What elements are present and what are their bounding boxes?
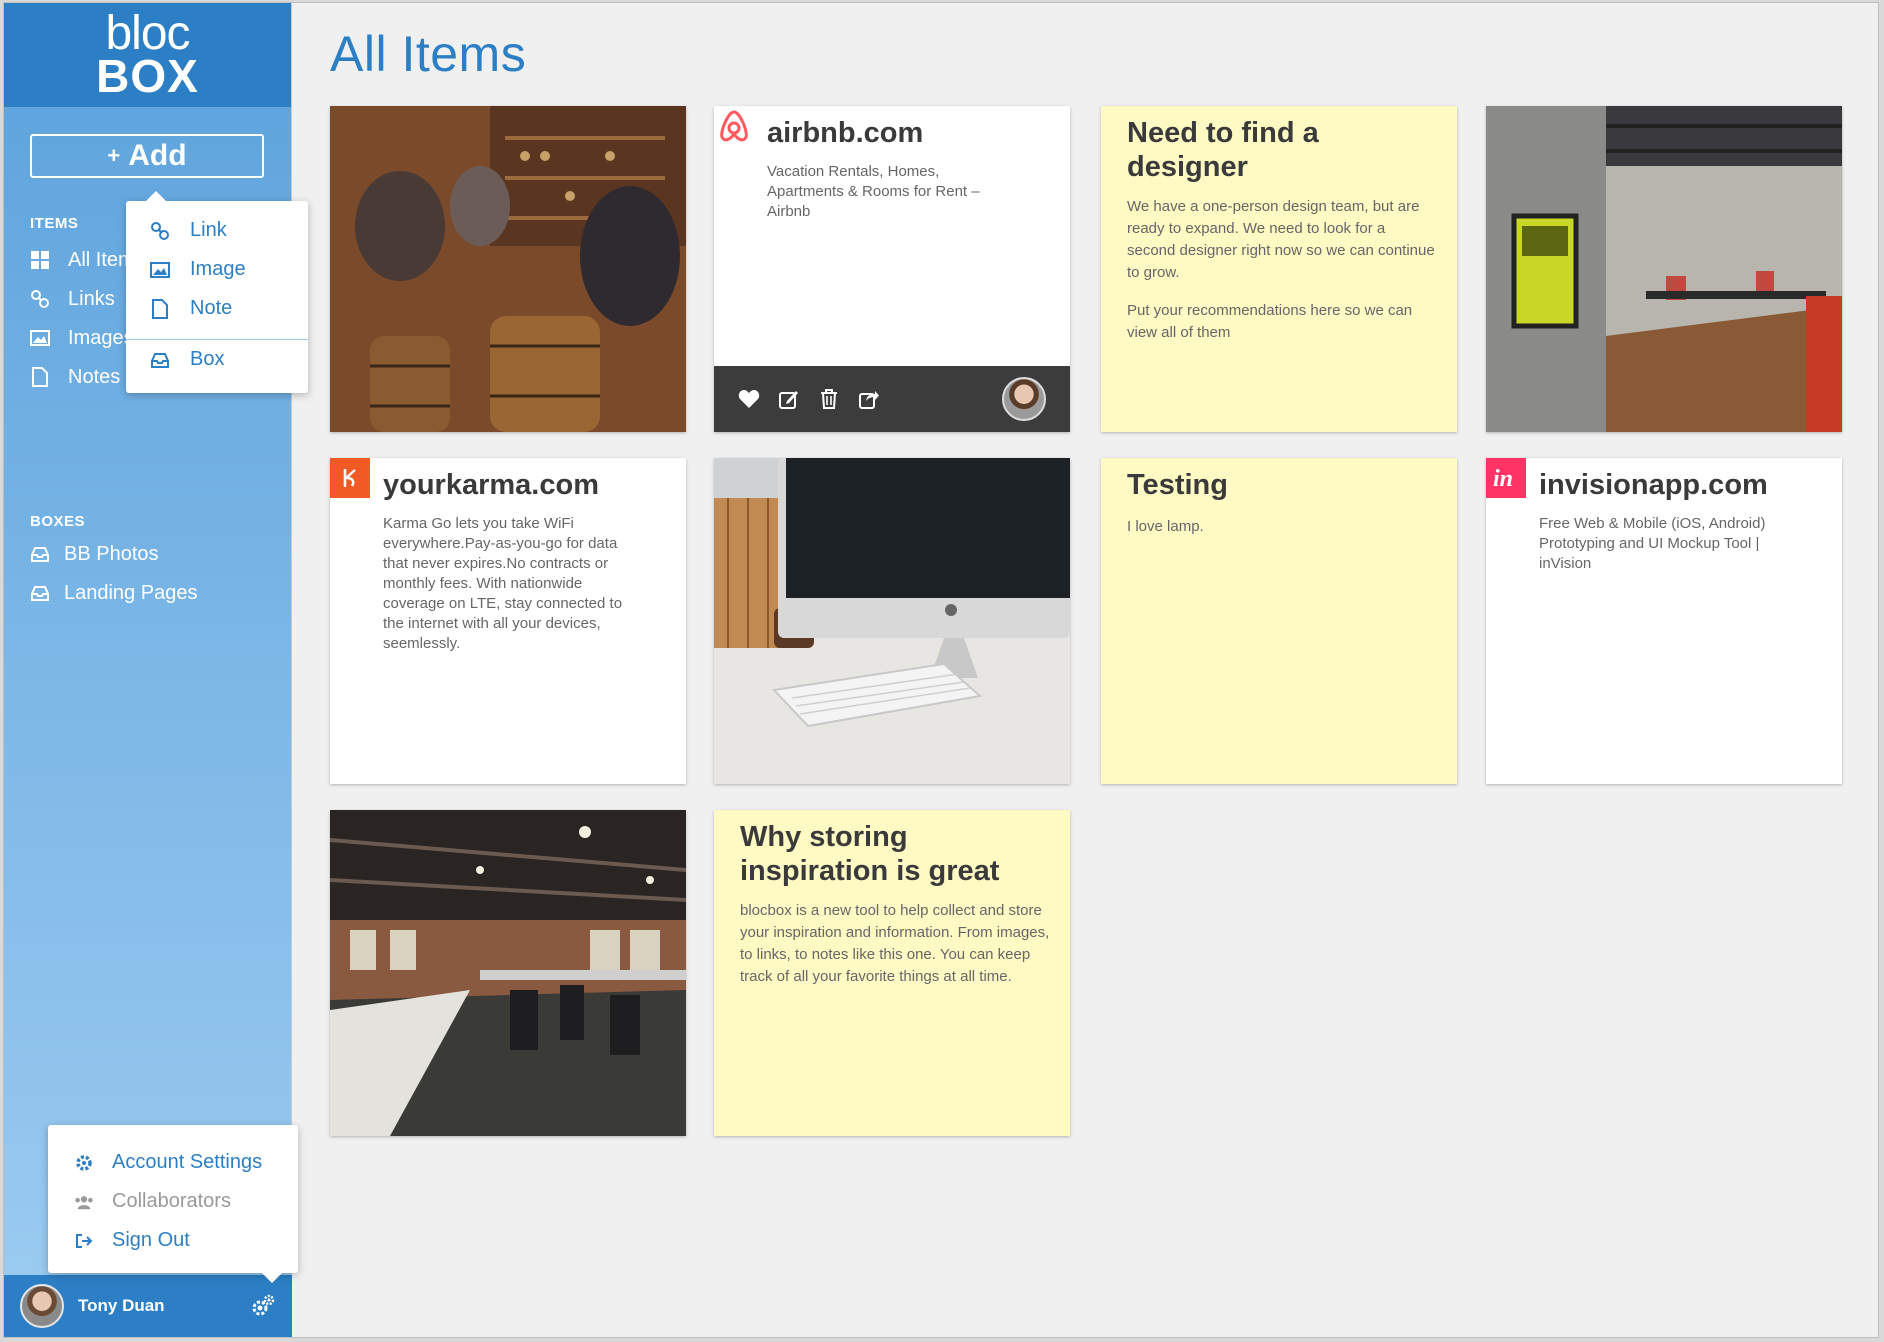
card-body: I love lamp. — [1127, 518, 1204, 535]
sidebar-item-notes[interactable]: Notes — [30, 362, 120, 392]
add-menu-box[interactable]: Box — [150, 348, 224, 371]
desk-photo — [714, 458, 1070, 784]
sidebar-box-bb-photos[interactable]: BB Photos — [30, 539, 159, 569]
card-title: Testing — [1127, 469, 1228, 501]
office-photo — [1486, 106, 1842, 432]
boxes-header: BOXES — [30, 513, 86, 530]
card-title: invisionapp.com — [1539, 469, 1768, 501]
items-header: ITEMS — [30, 215, 79, 232]
add-menu-link[interactable]: Link — [150, 219, 227, 242]
sidebar-box-label: Landing Pages — [64, 581, 198, 604]
app-window: bloc BOX + Add ITEMS All Items Links Ima… — [3, 2, 1879, 1338]
card-action-bar — [714, 366, 1070, 432]
inbox-icon — [150, 350, 170, 370]
sign-out-icon — [74, 1231, 94, 1251]
user-bar: Tony Duan — [4, 1275, 292, 1337]
image-icon — [30, 328, 50, 348]
card-paragraph: We have a one-person design team, but ar… — [1127, 198, 1435, 281]
settings-gears-icon[interactable] — [250, 1293, 276, 1319]
edit-icon[interactable] — [778, 388, 800, 410]
card-title: airbnb.com — [767, 117, 924, 149]
sidebar-box-landing-pages[interactable]: Landing Pages — [30, 578, 197, 608]
bar-photo — [330, 106, 686, 432]
card-body: We have a one-person design team, but ar… — [1127, 196, 1437, 344]
link-icon — [30, 289, 50, 309]
card-title: yourkarma.com — [383, 469, 599, 501]
heart-icon[interactable] — [738, 388, 760, 410]
card-description: Free Web & Mobile (iOS, Android) Prototy… — [1539, 515, 1766, 572]
image-icon — [150, 260, 170, 280]
add-button[interactable]: + Add — [30, 134, 264, 178]
add-menu-image[interactable]: Image — [150, 258, 246, 281]
plus-icon: + — [107, 143, 121, 168]
card-description: Vacation Rentals, Homes, Apartments & Ro… — [767, 163, 980, 220]
add-button-label: Add — [128, 139, 187, 172]
link-card-invision[interactable]: in invisionapp.com Free Web & Mobile (iO… — [1486, 458, 1842, 784]
page-title: All Items — [330, 26, 527, 82]
account-menu-label: Sign Out — [112, 1229, 190, 1251]
link-card-airbnb[interactable]: airbnb.com Vacation Rentals, Homes, Apar… — [714, 106, 1070, 432]
sidebar-box-label: BB Photos — [64, 542, 159, 565]
karma-logo-icon — [330, 458, 370, 498]
note-card-testing[interactable]: Testing I love lamp. — [1101, 458, 1457, 784]
collaborators-item[interactable]: Collaborators — [74, 1190, 231, 1213]
sign-out-item[interactable]: Sign Out — [74, 1229, 190, 1252]
note-icon — [30, 367, 50, 387]
add-menu-label: Image — [190, 258, 246, 280]
link-card-yourkarma[interactable]: yourkarma.com Karma Go lets you take WiF… — [330, 458, 686, 784]
account-menu-label: Account Settings — [112, 1151, 263, 1173]
account-menu: Account Settings Collaborators Sign Out — [48, 1125, 298, 1283]
avatar[interactable] — [20, 1284, 64, 1328]
card-paragraph: Put your recommendations here so we can … — [1127, 302, 1413, 341]
note-card-inspiration[interactable]: Why storing inspiration is great blocbox… — [714, 810, 1070, 1136]
sidebar-item-label: Links — [68, 287, 115, 310]
trash-icon[interactable] — [818, 388, 840, 410]
image-card-workspace[interactable] — [330, 810, 686, 1136]
image-card-office[interactable] — [1486, 106, 1842, 432]
note-card-designer[interactable]: Need to find a designer We have a one-pe… — [1101, 106, 1457, 432]
add-menu-label: Link — [190, 219, 227, 241]
account-menu-label: Collaborators — [112, 1190, 231, 1212]
sidebar-item-links[interactable]: Links — [30, 284, 115, 314]
logo-top: bloc — [105, 7, 190, 60]
image-card-desk[interactable] — [714, 458, 1070, 784]
share-icon[interactable] — [858, 388, 880, 410]
add-menu-note[interactable]: Note — [150, 297, 232, 320]
airbnb-logo-icon — [714, 106, 754, 146]
card-title: Why storing inspiration is great — [740, 821, 1000, 887]
card-description: Karma Go lets you take WiFi everywhere.P… — [383, 515, 623, 652]
inbox-icon — [30, 544, 50, 564]
image-card-bar[interactable] — [330, 106, 686, 432]
sidebar-item-images[interactable]: Images — [30, 323, 134, 353]
logo[interactable]: bloc BOX — [4, 3, 291, 107]
svg-text:in: in — [1493, 466, 1513, 492]
user-name: Tony Duan — [78, 1296, 165, 1315]
grid-icon — [30, 250, 50, 270]
account-settings-item[interactable]: Account Settings — [74, 1151, 262, 1174]
card-body: blocbox is a new tool to help collect an… — [740, 902, 1050, 985]
owner-avatar[interactable] — [1002, 377, 1046, 421]
add-menu-label: Box — [190, 348, 225, 370]
invision-logo-icon: in — [1486, 458, 1526, 498]
link-icon — [150, 221, 170, 241]
card-title: Need to find a designer — [1127, 117, 1319, 183]
add-menu-label: Note — [190, 297, 233, 319]
sidebar-item-label: Notes — [68, 365, 121, 388]
sidebar-item-label: Images — [68, 326, 134, 349]
inbox-icon — [30, 583, 50, 603]
gear-icon — [74, 1153, 94, 1173]
logo-bottom: BOX — [96, 50, 199, 102]
menu-divider — [126, 339, 308, 340]
workspace-photo — [330, 810, 686, 1136]
users-icon — [74, 1192, 94, 1212]
note-icon — [150, 298, 170, 319]
add-dropdown-menu: Link Image Note Box — [126, 191, 308, 393]
